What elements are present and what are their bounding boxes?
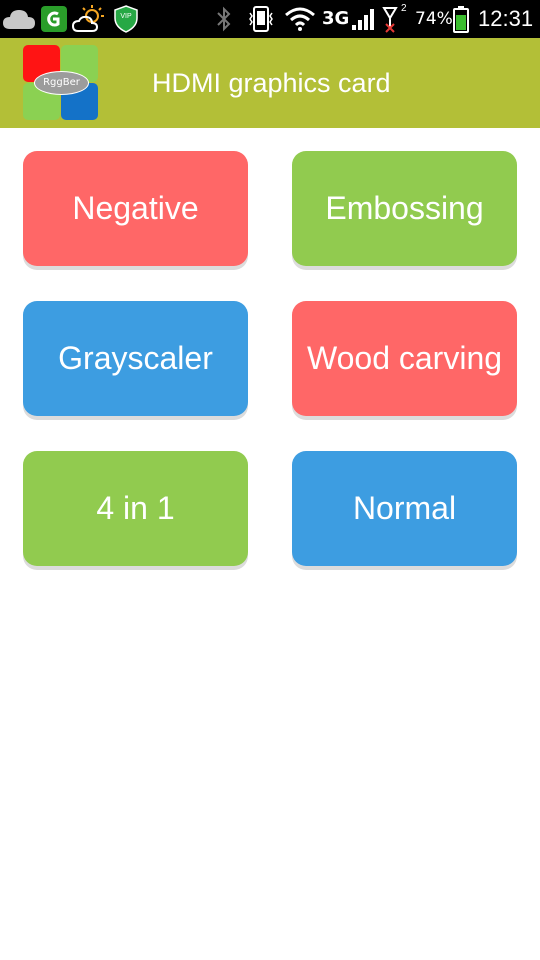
clock: 12:31 xyxy=(478,6,534,31)
weather-sun-icon xyxy=(72,0,108,38)
four-in-one-button[interactable]: 4 in 1 xyxy=(23,451,248,566)
app-title: HDMI graphics card xyxy=(152,68,391,98)
app-logo-icon: RggBer xyxy=(23,45,98,120)
notification-app-icon xyxy=(40,0,68,38)
logo-badge: RggBer xyxy=(34,71,89,95)
sim-indicator: 2 xyxy=(401,3,407,14)
negative-button[interactable]: Negative xyxy=(23,151,248,266)
embossing-button[interactable]: Embossing xyxy=(292,151,517,266)
vip-shield-icon: VIP xyxy=(113,0,139,38)
wood-carving-button[interactable]: Wood carving xyxy=(292,301,517,416)
normal-button[interactable]: Normal xyxy=(292,451,517,566)
vibrate-icon xyxy=(247,0,275,38)
bluetooth-icon xyxy=(213,0,235,38)
vip-label: VIP xyxy=(120,13,132,20)
grayscaler-button[interactable]: Grayscaler xyxy=(23,301,248,416)
status-bar: VIP 3G 2 74% 12:31 xyxy=(0,0,540,38)
battery-percent: 74% xyxy=(415,9,453,29)
network-type: 3G xyxy=(322,8,350,29)
battery-icon xyxy=(451,0,471,38)
signal-icon xyxy=(350,0,378,38)
wifi-icon xyxy=(284,0,316,38)
sim2-signal-icon: 2 xyxy=(382,0,408,38)
app-bar: RggBer HDMI graphics card xyxy=(0,38,540,128)
cloud-icon xyxy=(2,0,36,38)
